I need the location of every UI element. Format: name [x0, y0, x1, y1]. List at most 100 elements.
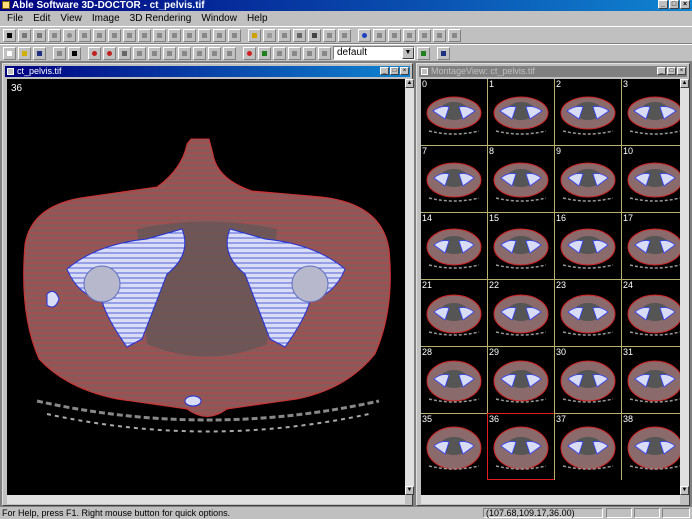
text-tool-icon[interactable]: [228, 28, 241, 42]
montage-tile[interactable]: 22: [487, 279, 555, 346]
cut-tool-icon[interactable]: [123, 28, 136, 42]
volume-icon[interactable]: [388, 28, 401, 42]
first-slice-icon[interactable]: [133, 46, 146, 60]
polyline-tool-icon[interactable]: [33, 28, 46, 42]
menu-view[interactable]: View: [55, 11, 87, 26]
ellipse-tool-icon[interactable]: [63, 28, 76, 42]
filter-icon[interactable]: [323, 28, 336, 42]
down-icon[interactable]: [193, 46, 206, 60]
split-tool-icon[interactable]: [138, 28, 151, 42]
histogram-icon[interactable]: [303, 46, 316, 60]
menu-edit[interactable]: Edit: [28, 11, 55, 26]
move-tool-icon[interactable]: [93, 28, 106, 42]
scroll-up-icon[interactable]: ▲: [680, 79, 689, 88]
montage-tile[interactable]: 17: [621, 212, 680, 279]
montage-tile[interactable]: 29: [487, 346, 555, 413]
cross-icon[interactable]: [433, 28, 446, 42]
montage-tile[interactable]: 31: [621, 346, 680, 413]
montage-tile[interactable]: 0: [421, 79, 488, 145]
close-icon[interactable]: ×: [400, 67, 409, 75]
zoom-in-icon[interactable]: [88, 46, 101, 60]
maximize-icon[interactable]: □: [390, 67, 399, 75]
pencil-icon[interactable]: [248, 28, 261, 42]
next-slice-icon[interactable]: [163, 46, 176, 60]
montage-tile[interactable]: 1: [487, 79, 555, 145]
stamp-icon[interactable]: [278, 28, 291, 42]
tools-icon[interactable]: [318, 46, 331, 60]
montage-tile[interactable]: 3: [621, 79, 680, 145]
minimize-icon[interactable]: _: [658, 0, 668, 9]
fr-icon[interactable]: [338, 28, 351, 42]
print-icon[interactable]: [53, 46, 66, 60]
montage-tile[interactable]: 35: [421, 413, 488, 480]
scroll-up-icon[interactable]: ▲: [405, 79, 414, 88]
montage-vertical-scrollbar[interactable]: ▲ ▼: [680, 79, 689, 495]
montage-tile[interactable]: 16: [554, 212, 622, 279]
last-slice-icon[interactable]: [208, 46, 221, 60]
prev-slice-icon[interactable]: [148, 46, 161, 60]
menu-image[interactable]: Image: [87, 11, 125, 26]
zoom-out-icon[interactable]: [103, 46, 116, 60]
fill-block-icon[interactable]: [308, 28, 321, 42]
new-file-icon[interactable]: [3, 46, 16, 60]
object-settings-icon[interactable]: [417, 46, 430, 60]
montage-window-title-bar[interactable]: MontageView: ct_pelvis.tif _ □ ×: [419, 66, 687, 77]
slice-icon[interactable]: [418, 28, 431, 42]
node-tool-icon[interactable]: [108, 28, 121, 42]
delete-tool-icon[interactable]: [168, 28, 181, 42]
line-tool-icon[interactable]: [18, 28, 31, 42]
rotate-icon[interactable]: [403, 28, 416, 42]
split-view-icon[interactable]: [273, 46, 286, 60]
montage-tile[interactable]: 28: [421, 346, 488, 413]
menu-window[interactable]: Window: [196, 11, 242, 26]
minimize-icon[interactable]: _: [657, 67, 666, 75]
point-tool-icon[interactable]: [78, 28, 91, 42]
maximize-icon[interactable]: □: [669, 0, 679, 9]
ct-image-canvas[interactable]: 36: [7, 79, 405, 496]
menu-file[interactable]: File: [2, 11, 28, 26]
measure-tool-icon[interactable]: [198, 28, 211, 42]
pointer-icon[interactable]: [68, 46, 81, 60]
render-icon[interactable]: [358, 28, 371, 42]
montage-tile[interactable]: 24: [621, 279, 680, 346]
montage-tile[interactable]: 38: [621, 413, 680, 480]
spline-tool-icon[interactable]: [213, 28, 226, 42]
montage-tile[interactable]: 30: [554, 346, 622, 413]
select-icon[interactable]: [3, 28, 16, 42]
montage-tile[interactable]: 9: [554, 145, 622, 212]
open-folder-icon[interactable]: [18, 46, 31, 60]
montage-tile[interactable]: 7: [421, 145, 488, 212]
color-icon[interactable]: [243, 46, 256, 60]
close-icon[interactable]: ×: [677, 67, 686, 75]
montage-icon[interactable]: [258, 46, 271, 60]
save-icon[interactable]: [33, 46, 46, 60]
menu-help[interactable]: Help: [242, 11, 273, 26]
eraser-icon[interactable]: [263, 28, 276, 42]
montage-tile[interactable]: 2: [554, 79, 622, 145]
up-icon[interactable]: [178, 46, 191, 60]
montage-tile[interactable]: 14: [421, 212, 488, 279]
refresh-icon[interactable]: [223, 46, 236, 60]
image-vertical-scrollbar[interactable]: ▲ ▼: [405, 79, 414, 495]
montage-tile[interactable]: 23: [554, 279, 622, 346]
scroll-down-icon[interactable]: ▼: [680, 486, 689, 495]
montage-tile[interactable]: 10: [621, 145, 680, 212]
surface-icon[interactable]: [373, 28, 386, 42]
montage-horizontal-scrollbar[interactable]: [421, 495, 680, 504]
fill-tool-icon[interactable]: [183, 28, 196, 42]
rect-tool-icon[interactable]: [48, 28, 61, 42]
reset-icon[interactable]: [448, 28, 461, 42]
montage-tile[interactable]: 8: [487, 145, 555, 212]
image-horizontal-scrollbar[interactable]: [7, 495, 405, 504]
image-window-title-bar[interactable]: ct_pelvis.tif _ □ ×: [5, 66, 410, 77]
chevron-down-icon[interactable]: ▼: [402, 47, 414, 59]
merge-tool-icon[interactable]: [153, 28, 166, 42]
help-icon[interactable]: [437, 46, 450, 60]
object-select-combo[interactable]: default ▼: [333, 46, 415, 60]
montage-tile[interactable]: 15: [487, 212, 555, 279]
pan-icon[interactable]: [118, 46, 131, 60]
montage-tile[interactable]: 36: [487, 413, 555, 480]
scroll-down-icon[interactable]: ▼: [405, 486, 414, 495]
menu-3d-rendering[interactable]: 3D Rendering: [125, 11, 197, 26]
montage-tile[interactable]: 21: [421, 279, 488, 346]
